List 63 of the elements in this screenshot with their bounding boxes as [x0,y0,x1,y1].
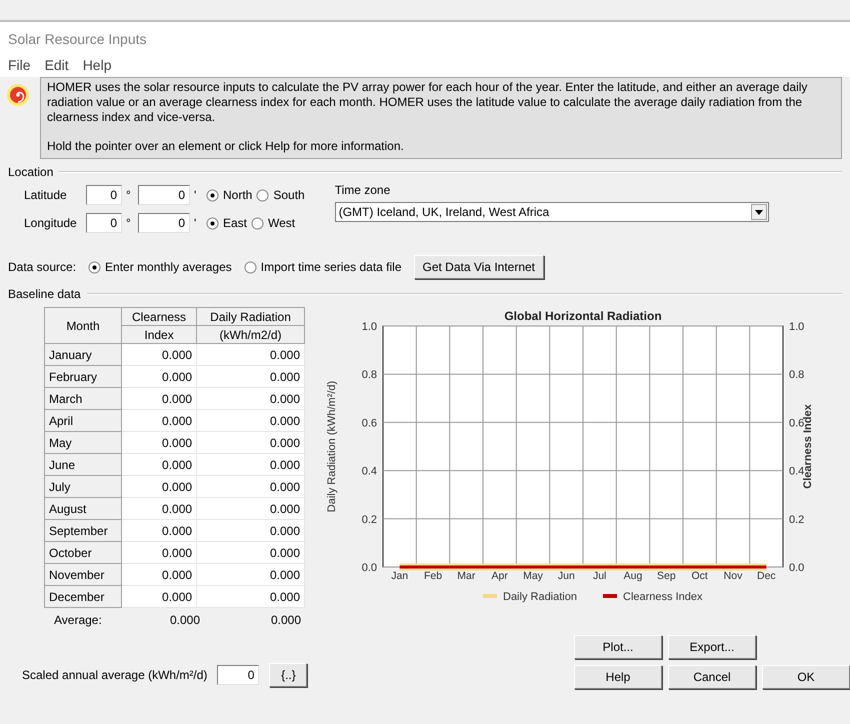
axis-title: Clearness Index [802,404,814,489]
average-value: 0.000 [168,613,201,627]
column-header: Index [122,326,197,344]
axis-tick-label: Jun [558,570,575,582]
axis-tick-label: Apr [492,570,508,582]
column-header: Clearness [122,308,197,326]
column-header: Month [44,308,122,344]
degree-mark: ° [126,188,132,202]
axis-tick-label: 0.8 [362,369,377,382]
row-header: October [44,542,122,564]
column-header: Daily Radiation [196,308,304,326]
row-header: January [44,344,122,366]
average-value: 0.000 [270,613,302,627]
group-label: Baseline data [8,287,81,301]
window-title: Solar Resource Inputs [0,22,850,51]
degree-mark: ° [126,216,132,230]
minute-mark: ' [194,216,198,230]
field-label: Data source: [8,260,76,274]
axis-tick-label: 0.4 [789,466,804,478]
row-header: March [44,388,122,410]
row-header: July [44,476,122,498]
group-label: Location [8,165,54,179]
average-label: Average: [53,613,103,627]
axis-tick-label: 0.2 [789,514,804,526]
axis-tick-label: 1.0 [789,321,804,333]
axis-title: Daily Radiation (kWh/m²/d) [326,380,338,512]
row-header: June [44,454,122,476]
axis-tick-label: Mar [457,570,476,582]
axis-tick-label: May [523,570,543,582]
axis-tick-label: Nov [724,570,742,582]
row-header: February [44,366,122,388]
axis-tick-label: Dec [757,570,776,582]
axis-tick-label: 0.0 [362,562,377,574]
legend-label: Daily Radiation [503,591,577,603]
axis-tick-label: 0.6 [789,417,804,430]
row-header: April [44,410,122,432]
row-header: August [44,498,122,520]
axis-tick-label: 1.0 [362,321,377,333]
axis-tick-label: 0.6 [362,417,377,430]
axis-tick-label: 0.8 [789,369,804,382]
field-label: Scaled annual average (kWh/m²/d) [22,668,208,682]
row-header: December [44,586,122,608]
field-label: Latitude [24,188,68,202]
minute-mark: ' [194,188,198,202]
axis-tick-label: Aug [624,570,642,582]
axis-tick-label: 0.4 [362,466,377,478]
field-label: Longitude [24,216,78,230]
field-label: Time zone [334,183,392,197]
row-header: May [44,432,122,454]
legend-label: Clearness Index [623,591,702,603]
column-header: (kWh/m2/d) [196,326,304,344]
axis-tick-label: Sep [657,570,676,582]
axis-tick-label: Feb [424,570,442,582]
axis-tick-label: 0.2 [362,514,377,526]
info-text: Hold the pointer over an element or click Help for more information. [47,139,405,154]
axis-tick-label: Jul [592,570,606,582]
axis-tick-label: 0.0 [789,562,804,574]
axis-tick-label: Jan [391,570,408,582]
chart-title: Global Horizontal Radiation [504,309,662,323]
row-header: November [44,564,122,586]
axis-tick-label: Oct [692,570,708,582]
row-header: September [44,520,122,542]
info-text: HOMER uses the solar resource inputs to calculate the PV array power for each hour of the year. Enter the latitude, and either an average daily radiation value or an average clearness index for each month. HOMER uses the latitude value to calculate the average daily radiation from the clearness index and vice-versa. [47,80,808,125]
